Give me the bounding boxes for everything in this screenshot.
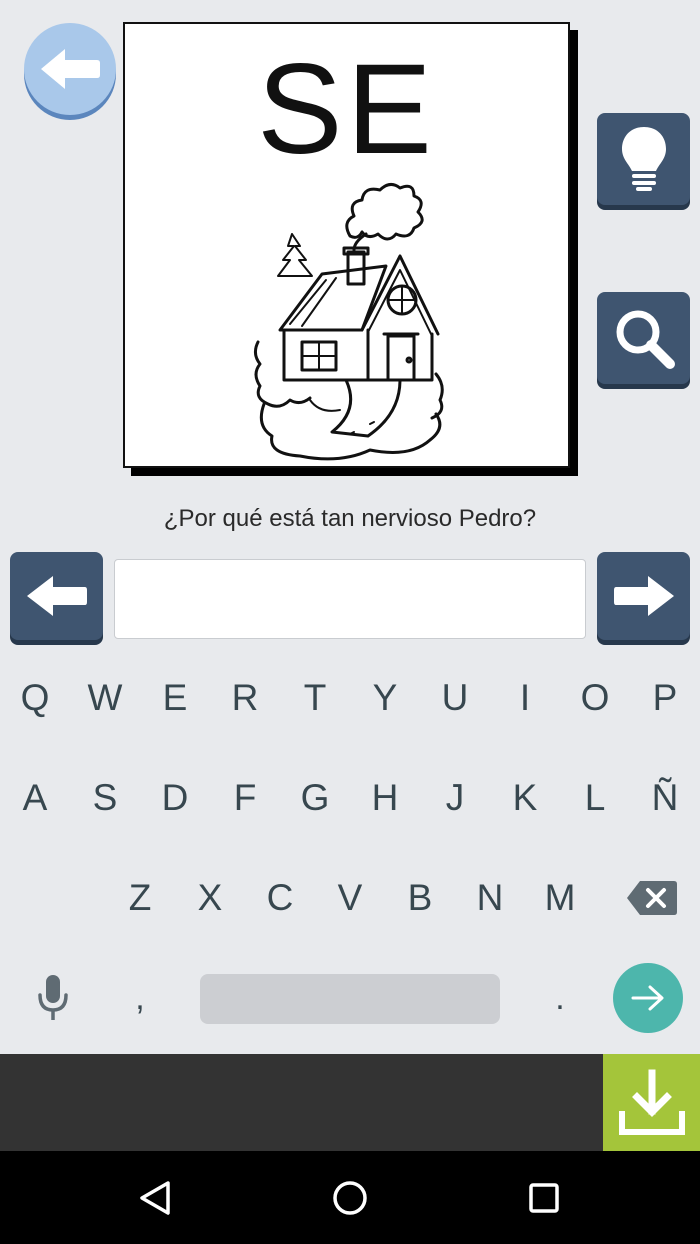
circle-home-icon [333,1181,367,1215]
right-arrow-icon [613,576,674,616]
key-v[interactable]: V [315,848,385,948]
key-u[interactable]: U [420,648,490,748]
backspace-key[interactable] [617,860,687,936]
key-w[interactable]: W [70,648,140,748]
key-g[interactable]: G [280,748,350,848]
magnifier-icon [616,310,675,369]
key-t[interactable]: T [280,648,350,748]
key-f[interactable]: F [210,748,280,848]
enter-arrow-icon [631,985,664,1011]
back-button[interactable] [24,23,116,115]
microphone-key[interactable] [18,960,88,1036]
system-home-button[interactable] [325,1173,375,1223]
period-key[interactable]: . [525,960,595,1036]
key-b[interactable]: B [385,848,455,948]
system-navigation-bar [0,1151,700,1244]
left-arrow-icon [26,576,87,616]
key-o[interactable]: O [560,648,630,748]
triangle-back-icon [140,1181,170,1215]
key-l[interactable]: L [560,748,630,848]
search-button[interactable] [597,292,690,384]
syllable-card: SE [123,22,570,468]
key-q[interactable]: Q [0,648,70,748]
answer-input[interactable] [114,559,586,639]
back-arrow-icon [41,49,100,89]
key-h[interactable]: H [350,748,420,848]
key-r[interactable]: R [210,648,280,748]
key-a[interactable]: A [0,748,70,848]
previous-button[interactable] [10,552,103,640]
enter-key[interactable] [613,963,683,1033]
key-i[interactable]: I [490,648,560,748]
house-illustration [253,183,444,461]
lightbulb-icon [621,127,666,191]
next-button[interactable] [597,552,690,640]
download-button[interactable] [603,1054,700,1151]
key-enye[interactable]: Ñ [630,748,700,848]
key-k[interactable]: K [490,748,560,848]
key-p[interactable]: P [630,648,700,748]
on-screen-keyboard: Q W E R T Y U I O P A S D F G H J K L Ñ … [0,648,700,1053]
key-d[interactable]: D [140,748,210,848]
key-z[interactable]: Z [105,848,175,948]
key-c[interactable]: C [245,848,315,948]
hint-button[interactable] [597,113,690,205]
key-m[interactable]: M [525,848,595,948]
download-icon [618,1069,685,1135]
question-text: ¿Por qué está tan nervioso Pedro? [163,505,537,532]
key-x[interactable]: X [175,848,245,948]
backspace-icon [627,881,677,915]
key-y[interactable]: Y [350,648,420,748]
system-back-button[interactable] [130,1173,180,1223]
key-e[interactable]: E [140,648,210,748]
ad-banner [0,1054,700,1151]
syllable-text: SE [257,38,436,181]
system-recents-button[interactable] [519,1173,569,1223]
key-j[interactable]: J [420,748,490,848]
key-n[interactable]: N [455,848,525,948]
key-s[interactable]: S [70,748,140,848]
comma-key[interactable]: , [105,960,175,1036]
square-recents-icon [529,1183,559,1213]
microphone-icon [38,975,68,1020]
space-key[interactable] [200,974,500,1024]
